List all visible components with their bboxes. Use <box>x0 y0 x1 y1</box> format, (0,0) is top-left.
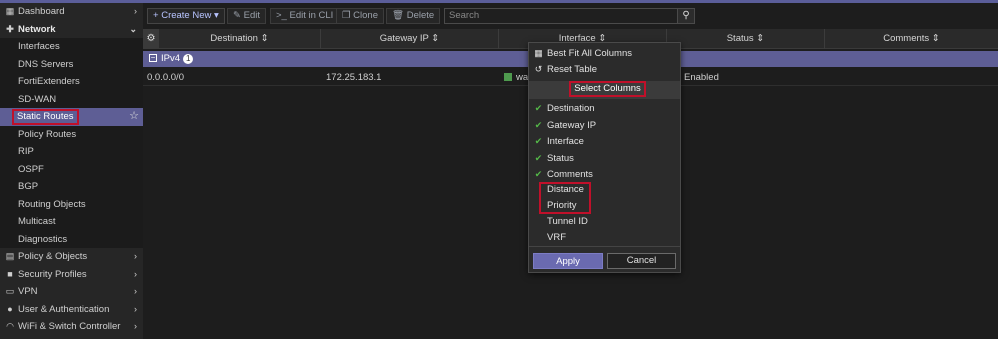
highlight-box <box>539 182 591 214</box>
create-new-button[interactable]: + Create New ▾ <box>147 8 225 24</box>
cell-gateway: 172.25.183.1 <box>326 72 382 83</box>
sidebar-item-interfaces[interactable]: Interfaces <box>0 38 143 56</box>
check-icon: ✔ <box>534 153 543 163</box>
search-input[interactable]: Search <box>444 8 678 24</box>
sort-icon: ⇕ <box>260 33 269 44</box>
dashboard-icon: ▦ <box>5 6 15 16</box>
column-settings-menu: ▦ Best Fit All Columns ↺ Reset Table Selec… <box>528 42 681 273</box>
top-accent-bar <box>0 0 998 3</box>
menu-column-interface[interactable]: ✔ Interface <box>533 133 678 149</box>
sidebar-item-multicast[interactable]: Multicast <box>0 213 143 231</box>
document-icon: ▤ <box>5 251 15 261</box>
column-header-gateway-ip[interactable]: Gateway IP ⇕ <box>321 29 499 49</box>
column-header-destination[interactable]: Destination ⇕ <box>159 29 321 49</box>
cli-icon: >_ <box>276 10 287 21</box>
sidebar-item-policy-routes[interactable]: Policy Routes <box>0 125 143 143</box>
menu-column-gateway-ip[interactable]: ✔ Gateway IP <box>533 117 678 133</box>
sidebar-item-rip[interactable]: RIP <box>0 143 143 161</box>
select-columns-header: Select Columns <box>529 81 680 99</box>
sidebar-item-fortiextenders[interactable]: FortiExtenders <box>0 73 143 91</box>
count-badge: 1 <box>183 54 194 64</box>
menu-column-status[interactable]: ✔ Status <box>533 150 678 166</box>
check-icon: ✔ <box>534 103 543 113</box>
clone-icon: ❐ <box>342 10 351 21</box>
clone-button[interactable]: ❐ Clone <box>336 8 384 24</box>
sidebar-item-ospf[interactable]: OSPF <box>0 160 143 178</box>
sidebar-item-policy-objects[interactable]: ▤ Policy & Objects › <box>0 248 143 266</box>
menu-item-best-fit[interactable]: ▦ Best Fit All Columns <box>533 45 678 61</box>
cell-interface: wa <box>504 69 528 86</box>
sidebar-item-diagnostics[interactable]: Diagnostics <box>0 230 143 248</box>
plus-icon: + <box>153 10 159 21</box>
grid-icon: ▦ <box>534 48 543 58</box>
search-button[interactable]: ⚲ <box>677 8 695 24</box>
search-icon: ⚲ <box>682 10 690 21</box>
sort-icon: ⇕ <box>931 33 940 44</box>
sidebar-item-bgp[interactable]: BGP <box>0 178 143 196</box>
edit-button[interactable]: ✎ Edit <box>227 8 266 24</box>
sidebar-item-vpn[interactable]: ▭ VPN › <box>0 283 143 301</box>
sidebar-item-wifi-switch[interactable]: ◠ WiFi & Switch Controller › <box>0 318 143 336</box>
chevron-right-icon: › <box>134 251 137 261</box>
user-icon: ● <box>7 303 13 314</box>
sidebar-item-user-authentication[interactable]: ● User & Authentication › <box>0 301 143 319</box>
reset-icon: ↺ <box>534 64 543 74</box>
toolbar: + Create New ▾ ✎ Edit >_ Edit in CLI ❐ C… <box>143 6 998 26</box>
wifi-icon: ◠ <box>6 321 14 331</box>
star-icon[interactable]: ☆ <box>129 108 139 126</box>
edit-in-cli-button[interactable]: >_ Edit in CLI <box>270 8 340 24</box>
apply-button[interactable]: Apply <box>533 253 603 269</box>
chevron-right-icon: › <box>134 286 137 296</box>
sort-icon: ⇕ <box>431 33 440 44</box>
menu-column-comments[interactable]: ✔ Comments <box>533 166 678 182</box>
menu-column-destination[interactable]: ✔ Destination <box>533 100 678 116</box>
check-icon: ✔ <box>534 169 543 179</box>
monitor-icon: ▭ <box>5 286 15 296</box>
interface-icon <box>504 73 512 82</box>
menu-column-tunnel-id[interactable]: Tunnel ID <box>533 214 678 230</box>
sidebar: ▦ Dashboard › ✚ Network ⌄ Interfaces DNS Ser… <box>0 3 143 339</box>
pencil-icon: ✎ <box>233 10 241 21</box>
caret-down-icon: ▾ <box>214 10 219 21</box>
network-icon: ✚ <box>6 23 14 34</box>
menu-column-vrf[interactable]: VRF <box>533 230 678 246</box>
cell-status: Enabled <box>684 72 719 83</box>
trash-icon: 🗑 <box>392 10 405 21</box>
column-header-status[interactable]: Status ⇕ <box>667 29 825 49</box>
chevron-down-icon: ⌄ <box>129 23 137 34</box>
chevron-right-icon: › <box>134 6 137 16</box>
collapse-icon[interactable]: − <box>149 54 157 63</box>
cancel-button[interactable]: Cancel <box>607 253 676 269</box>
lock-icon: ■ <box>7 268 13 279</box>
sidebar-item-routing-objects[interactable]: Routing Objects <box>0 195 143 213</box>
select-columns-label: Select Columns <box>569 81 646 97</box>
sidebar-item-static-routes[interactable]: Static Routes ☆ <box>0 108 143 126</box>
delete-button[interactable]: 🗑 Delete <box>386 8 441 24</box>
menu-item-reset-table[interactable]: ↺ Reset Table <box>533 61 678 77</box>
menu-divider <box>529 246 680 247</box>
gear-icon[interactable]: ⚙ <box>143 29 159 49</box>
sidebar-item-sd-wan[interactable]: SD-WAN <box>0 90 143 108</box>
sidebar-item-security-profiles[interactable]: ■ Security Profiles › <box>0 266 143 284</box>
sort-icon: ⇕ <box>756 33 765 44</box>
chevron-right-icon: › <box>134 303 137 314</box>
check-icon: ✔ <box>534 120 543 130</box>
chevron-right-icon: › <box>134 268 137 279</box>
chevron-right-icon: › <box>134 321 137 331</box>
sidebar-item-dashboard[interactable]: ▦ Dashboard › <box>0 3 143 21</box>
sidebar-item-dns-servers[interactable]: DNS Servers <box>0 55 143 73</box>
cell-destination: 0.0.0.0/0 <box>147 72 184 83</box>
column-header-comments[interactable]: Comments ⇕ <box>825 29 998 49</box>
sidebar-item-network[interactable]: ✚ Network ⌄ <box>0 21 143 39</box>
check-icon: ✔ <box>534 136 543 146</box>
